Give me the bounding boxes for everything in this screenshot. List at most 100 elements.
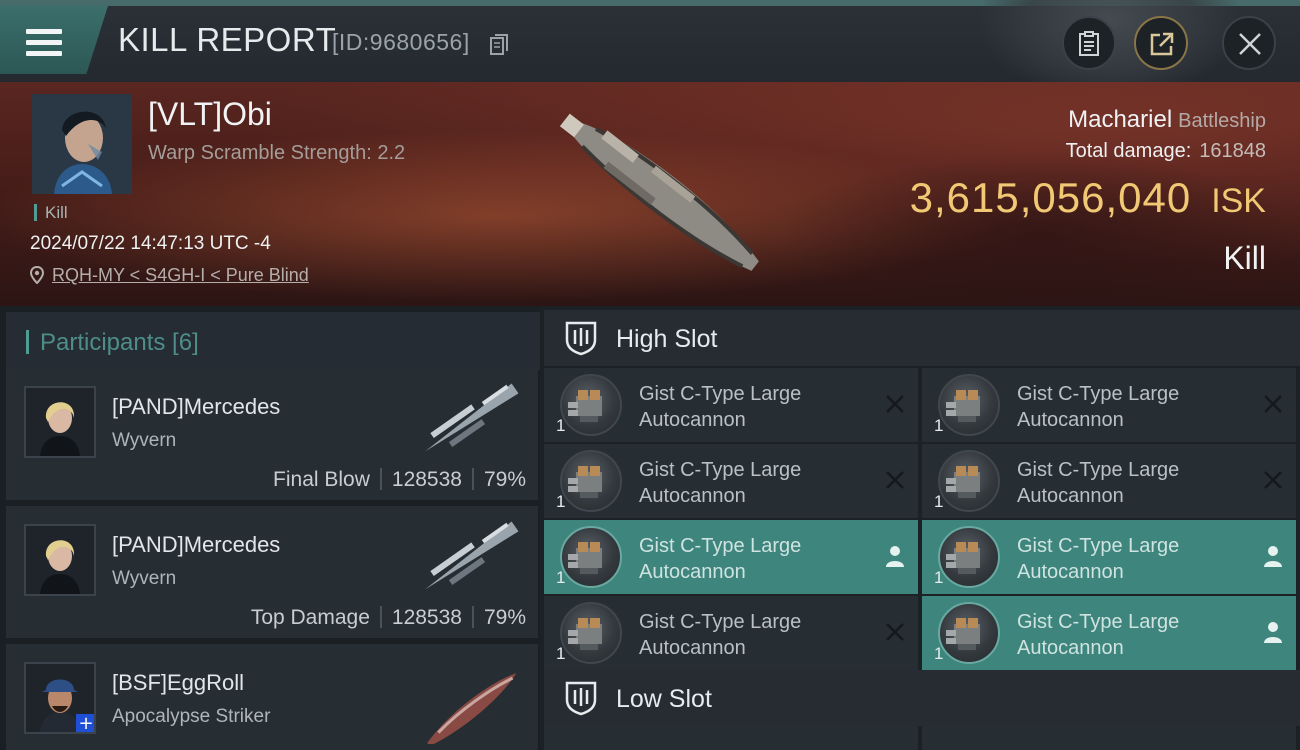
participant-avatar-image xyxy=(26,526,94,594)
module-item[interactable]: 1 Gist C-Type Large Autocannon xyxy=(544,444,918,518)
separator xyxy=(471,468,474,490)
share-button[interactable] xyxy=(1134,16,1188,70)
destroyed-x-icon xyxy=(886,623,904,641)
clipboard-button[interactable] xyxy=(1062,16,1116,70)
module-item[interactable]: 1 Gist C-Type Large Autocannon xyxy=(544,520,918,594)
participant-portrait[interactable]: + xyxy=(24,662,96,734)
module-item[interactable]: 1 Gist C-Type Large Autocannon xyxy=(922,520,1296,594)
participant-ship-image xyxy=(424,521,519,590)
separator xyxy=(379,606,382,628)
victim-avatar-image xyxy=(32,94,132,194)
hamburger-icon xyxy=(26,29,62,57)
kill-type-tag: Kill xyxy=(34,204,68,221)
location-link[interactable]: RQH-MY < S4GH-I < Pure Blind xyxy=(52,265,309,285)
module-quantity: 1 xyxy=(934,644,944,663)
participant-card[interactable]: + [BSF]EggRoll Apocalypse Striker xyxy=(6,644,538,750)
kill-summary: [VLT]Obi Warp Scramble Strength: 2.2 Kil… xyxy=(0,82,1300,306)
module-quantity: 1 xyxy=(556,568,566,587)
dropped-person-icon xyxy=(1264,546,1282,567)
module-name: Gist C-Type Large Autocannon xyxy=(1017,383,1180,431)
fitting-panel[interactable]: High Slot 1 Gist C-Type Large Autocannon 1 G… xyxy=(540,306,1300,750)
dropped-person-icon xyxy=(886,546,904,567)
participant-name[interactable]: [PAND]Mercedes xyxy=(112,532,280,558)
autocannon-icon xyxy=(560,602,622,664)
low-slot-module-partial[interactable] xyxy=(544,726,918,750)
high-slot-header: High Slot xyxy=(544,310,1300,366)
participant-avatar-image xyxy=(26,388,94,456)
participant-name[interactable]: [PAND]Mercedes xyxy=(112,394,280,420)
copy-icon[interactable] xyxy=(490,34,508,56)
warp-scramble-strength: Warp Scramble Strength: 2.2 xyxy=(148,142,406,164)
autocannon-icon xyxy=(938,526,1000,588)
module-item[interactable]: 1 Gist C-Type Large Autocannon xyxy=(544,596,918,670)
kill-location[interactable]: RQH-MY < S4GH-I < Pure Blind xyxy=(30,265,309,286)
close-button[interactable] xyxy=(1222,16,1276,70)
top-bar: KILL REPORT [ID:9680656] xyxy=(0,0,1300,82)
module-name: Gist C-Type Large Autocannon xyxy=(1017,611,1180,659)
ship-name: Machariel xyxy=(1068,106,1173,133)
module-quantity: 1 xyxy=(934,492,944,511)
isk-value: 3,615,056,040 ISK xyxy=(910,174,1266,222)
participant-role: Top Damage xyxy=(250,606,370,629)
separator xyxy=(379,468,382,490)
isk-unit: ISK xyxy=(1211,182,1266,220)
result-label: Kill xyxy=(1223,240,1266,276)
participant-ship-image xyxy=(424,383,519,452)
participant-portrait[interactable] xyxy=(24,524,96,596)
module-quantity: 1 xyxy=(556,492,566,511)
menu-button[interactable] xyxy=(0,6,108,74)
participant-percent: 79% xyxy=(483,468,526,491)
report-id: [ID:9680656] xyxy=(332,29,470,55)
destroyed-x-icon xyxy=(1264,471,1282,489)
low-slot-module-partial[interactable] xyxy=(922,726,1296,750)
destroyed-x-icon xyxy=(886,395,904,413)
autocannon-icon xyxy=(560,374,622,436)
participant-name[interactable]: [BSF]EggRoll xyxy=(112,670,244,696)
participant-portrait[interactable] xyxy=(24,386,96,458)
participant-ship: Apocalypse Striker xyxy=(112,706,271,727)
module-quantity: 1 xyxy=(556,416,566,435)
high-slot-label: High Slot xyxy=(616,325,718,353)
victim-name[interactable]: [VLT]Obi xyxy=(148,96,272,133)
low-slot-label: Low Slot xyxy=(616,685,712,713)
module-name: Gist C-Type Large Autocannon xyxy=(639,459,802,507)
participant-damage: 128538 xyxy=(391,606,462,629)
module-item[interactable]: 1 Gist C-Type Large Autocannon xyxy=(922,596,1296,670)
participant-card[interactable]: [PAND]Mercedes Wyvern Final Blow 128538 79… xyxy=(6,368,538,500)
low-slot-icon xyxy=(565,681,597,716)
participant-damage: 128538 xyxy=(391,468,462,491)
autocannon-icon xyxy=(560,450,622,512)
kill-datetime: 2024/07/22 14:47:13 UTC -4 xyxy=(30,233,271,254)
participant-percent: 79% xyxy=(483,606,526,629)
autocannon-icon xyxy=(938,450,1000,512)
autocannon-icon xyxy=(938,602,1000,664)
module-name: Gist C-Type Large Autocannon xyxy=(639,535,802,583)
module-name: Gist C-Type Large Autocannon xyxy=(639,611,802,659)
participant-ship: Wyvern xyxy=(112,430,177,451)
high-slot-icon xyxy=(565,321,597,356)
participant-stats: Top Damage 128538 79% xyxy=(251,606,526,630)
location-pin-icon xyxy=(30,266,44,284)
dropped-person-icon xyxy=(1264,622,1282,643)
victim-ship[interactable]: Machariel Battleship xyxy=(1068,106,1266,134)
participant-card[interactable]: [PAND]Mercedes Wyvern Top Damage 128538 79… xyxy=(6,506,538,638)
autocannon-icon xyxy=(938,374,1000,436)
low-slot-header: Low Slot xyxy=(544,670,1300,726)
module-quantity: 1 xyxy=(934,416,944,435)
participants-label: Participants [6] xyxy=(40,329,199,356)
victim-portrait[interactable] xyxy=(32,94,132,194)
module-item[interactable]: 1 Gist C-Type Large Autocannon xyxy=(922,444,1296,518)
close-icon xyxy=(1239,33,1261,55)
module-item[interactable]: 1 Gist C-Type Large Autocannon xyxy=(922,368,1296,442)
module-quantity: 1 xyxy=(934,568,944,587)
module-item[interactable]: 1 Gist C-Type Large Autocannon xyxy=(544,368,918,442)
participants-panel[interactable]: Participants [6] [PAND]Mercedes Wyvern F… xyxy=(0,306,540,750)
total-damage-value: 161848 xyxy=(1199,140,1266,162)
clipboard-icon xyxy=(1079,31,1099,56)
module-name: Gist C-Type Large Autocannon xyxy=(639,383,802,431)
participant-ship: Wyvern xyxy=(112,568,177,589)
isk-amount: 3,615,056,040 xyxy=(909,174,1192,221)
autocannon-icon xyxy=(560,526,622,588)
participant-stats: Final Blow 128538 79% xyxy=(273,468,526,492)
share-icon xyxy=(1150,32,1174,56)
